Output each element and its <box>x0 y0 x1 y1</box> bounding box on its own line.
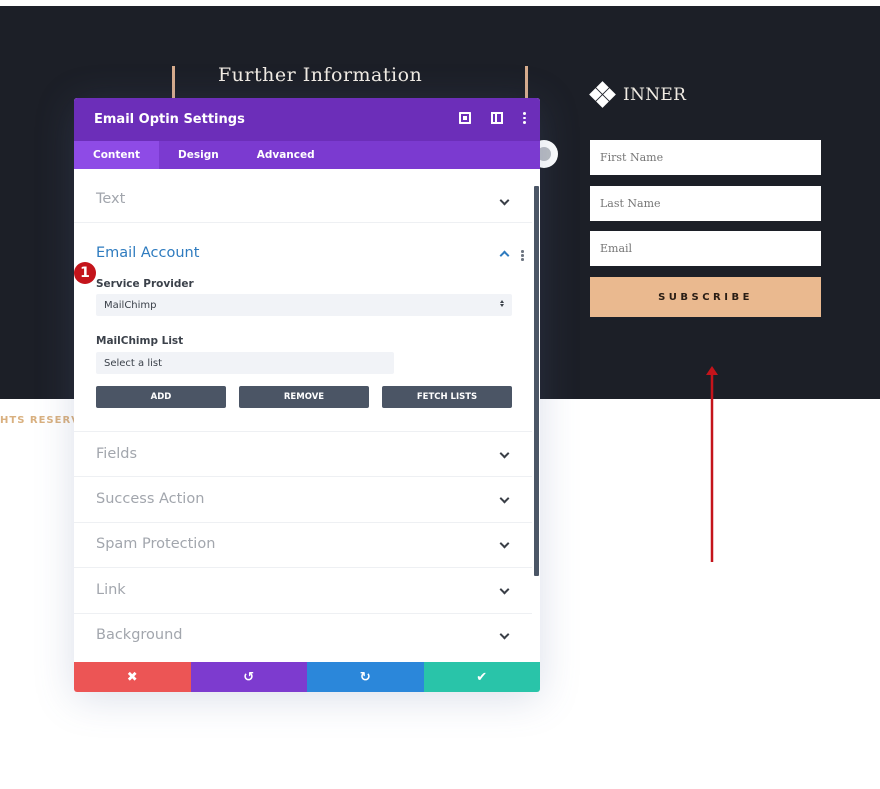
panel-scrollbar[interactable] <box>534 186 539 576</box>
chevron-down-icon <box>499 584 510 595</box>
section-label[interactable]: Email Account <box>96 245 199 261</box>
last-name-input[interactable]: Last Name <box>590 186 821 221</box>
subscribe-button[interactable]: SUBSCRIBE <box>590 277 821 317</box>
cancel-button[interactable]: ✖ <box>74 662 191 692</box>
redo-icon: ↻ <box>359 669 371 685</box>
section-label: Spam Protection <box>96 536 216 552</box>
section-options-icon[interactable] <box>521 250 524 261</box>
service-provider-value: MailChimp <box>104 299 157 311</box>
section-background[interactable]: Background <box>74 614 532 662</box>
settings-panel: Email Optin Settings Content Design Adva… <box>74 98 540 692</box>
further-info-block: Further Information <box>172 64 530 102</box>
section-link[interactable]: Link <box>74 568 532 614</box>
expand-icon[interactable] <box>459 112 471 124</box>
remove-button[interactable]: REMOVE <box>239 386 369 408</box>
email-placeholder: Email <box>600 242 633 255</box>
chevron-down-icon <box>499 195 510 206</box>
tab-content[interactable]: Content <box>74 141 160 169</box>
mailchimp-list-value: Select a list <box>104 357 163 369</box>
section-email-account: Email Account Service Provider MailChimp… <box>74 223 532 432</box>
service-provider-label: Service Provider <box>96 278 194 290</box>
service-provider-select[interactable]: MailChimp <box>96 294 512 316</box>
divider-bar-right <box>525 66 528 102</box>
fetch-lists-button[interactable]: FETCH LISTS <box>382 386 512 408</box>
add-button[interactable]: ADD <box>96 386 226 408</box>
redo-button[interactable]: ↻ <box>307 662 424 692</box>
annotation-arrow-icon <box>706 366 718 562</box>
undo-icon: ↺ <box>243 669 255 685</box>
first-name-placeholder: First Name <box>600 151 664 164</box>
diamond-logo-icon <box>589 81 617 109</box>
mailchimp-list-label: MailChimp List <box>96 335 184 347</box>
select-arrows-icon <box>500 300 504 307</box>
panel-header[interactable]: Email Optin Settings <box>74 98 540 141</box>
save-button[interactable]: ✔ <box>423 662 540 692</box>
panel-title: Email Optin Settings <box>94 112 245 127</box>
annotation-badge: 1 <box>74 262 96 284</box>
section-label: Fields <box>96 446 138 462</box>
section-heading: Further Information <box>218 64 423 86</box>
section-spam-protection[interactable]: Spam Protection <box>74 523 532 568</box>
first-name-input[interactable]: First Name <box>590 140 821 175</box>
close-icon: ✖ <box>126 669 138 685</box>
more-options-icon[interactable] <box>523 112 526 125</box>
chevron-down-icon <box>499 538 510 549</box>
logo-text: INNER <box>623 85 687 105</box>
check-icon: ✔ <box>476 669 488 685</box>
tab-advanced[interactable]: Advanced <box>238 141 334 169</box>
panel-tabs: Content Design Advanced <box>74 141 540 169</box>
section-label: Text <box>96 191 126 207</box>
section-label: Success Action <box>96 491 205 507</box>
mailchimp-list-select[interactable]: Select a list <box>96 352 394 374</box>
email-input[interactable]: Email <box>590 231 821 266</box>
undo-button[interactable]: ↺ <box>190 662 307 692</box>
section-success-action[interactable]: Success Action <box>74 477 532 523</box>
chevron-down-icon <box>499 629 510 640</box>
chevron-up-icon[interactable] <box>499 250 510 261</box>
copyright-text: HTS RESERVED <box>0 415 78 426</box>
panel-body: Text Email Account Service Provider Mail… <box>74 169 540 662</box>
panel-footer: ✖ ↺ ↻ ✔ <box>74 662 540 692</box>
last-name-placeholder: Last Name <box>600 197 661 210</box>
logo: INNER <box>589 81 686 109</box>
tab-design[interactable]: Design <box>159 141 238 169</box>
split-view-icon[interactable] <box>491 112 503 124</box>
chevron-down-icon <box>499 493 510 504</box>
section-text[interactable]: Text <box>74 169 532 223</box>
section-fields[interactable]: Fields <box>74 432 532 477</box>
chevron-down-icon <box>499 448 510 459</box>
divider-bar-left <box>172 66 175 102</box>
section-label: Background <box>96 627 183 643</box>
section-label: Link <box>96 582 126 598</box>
